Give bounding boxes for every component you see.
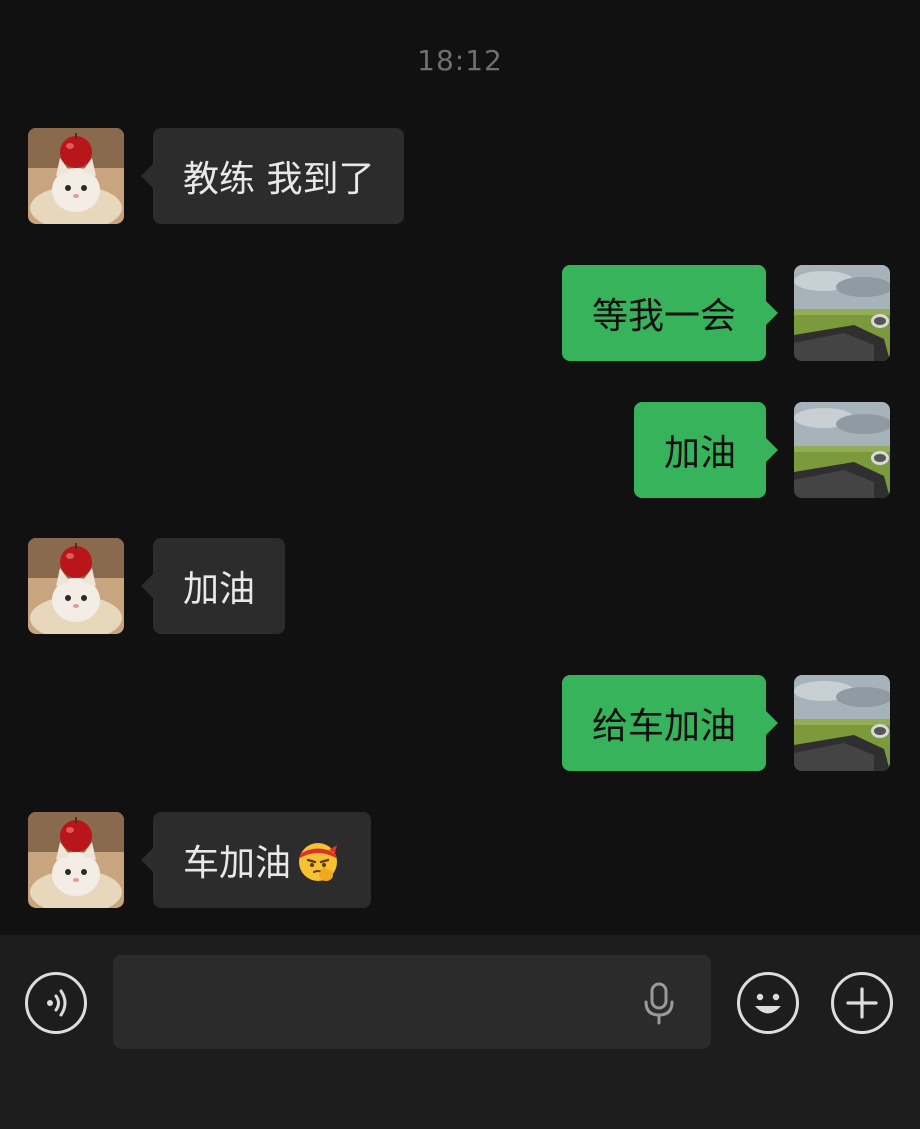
- my-avatar[interactable]: [794, 675, 890, 771]
- outgoing-message-bubble[interactable]: 加油: [633, 402, 779, 498]
- driving-landscape-avatar-icon: [794, 265, 890, 361]
- chat-screen: 18:12 教练 我到了 等我一会 加油 加油 给车加油 车加油: [0, 0, 920, 1129]
- contact-avatar[interactable]: [28, 538, 124, 634]
- contact-avatar[interactable]: [28, 812, 124, 908]
- driving-landscape-avatar-icon: [794, 675, 890, 771]
- outgoing-message-bubble[interactable]: 给车加油: [561, 675, 779, 771]
- voice-mode-button[interactable]: [25, 972, 87, 1034]
- incoming-message-bubble[interactable]: 教练 我到了: [140, 128, 405, 224]
- message-input-bar: [0, 935, 920, 1129]
- more-options-button[interactable]: [831, 972, 893, 1034]
- my-avatar[interactable]: [794, 402, 890, 498]
- driving-landscape-avatar-icon: [794, 402, 890, 498]
- message-text: 等我一会: [591, 296, 736, 337]
- my-avatar[interactable]: [794, 265, 890, 361]
- message-text: 加油: [663, 433, 736, 474]
- plus-icon: [846, 987, 878, 1019]
- message-text: 车加油: [183, 843, 292, 884]
- voice-mode-icon: [47, 989, 67, 1017]
- smiley-icon: [755, 993, 781, 1014]
- contact-avatar[interactable]: [28, 128, 124, 224]
- kitten-avatar-icon: [28, 128, 124, 224]
- kitten-avatar-icon: [28, 538, 124, 634]
- incoming-message-bubble[interactable]: 加油: [140, 538, 286, 634]
- kitten-avatar-icon: [28, 812, 124, 908]
- outgoing-message-bubble[interactable]: 等我一会: [561, 265, 779, 361]
- message-text: 教练 我到了: [183, 159, 375, 200]
- thinking-face-with-headband-icon: [299, 843, 338, 881]
- incoming-message-bubble[interactable]: 车加油: [140, 812, 372, 908]
- emoji-button[interactable]: [737, 972, 799, 1034]
- message-text-input[interactable]: [113, 955, 711, 1049]
- microphone-icon[interactable]: [641, 981, 677, 1025]
- message-text: 加油: [183, 569, 256, 610]
- message-text: 给车加油: [591, 706, 736, 747]
- message-timestamp: 18:12: [417, 44, 503, 77]
